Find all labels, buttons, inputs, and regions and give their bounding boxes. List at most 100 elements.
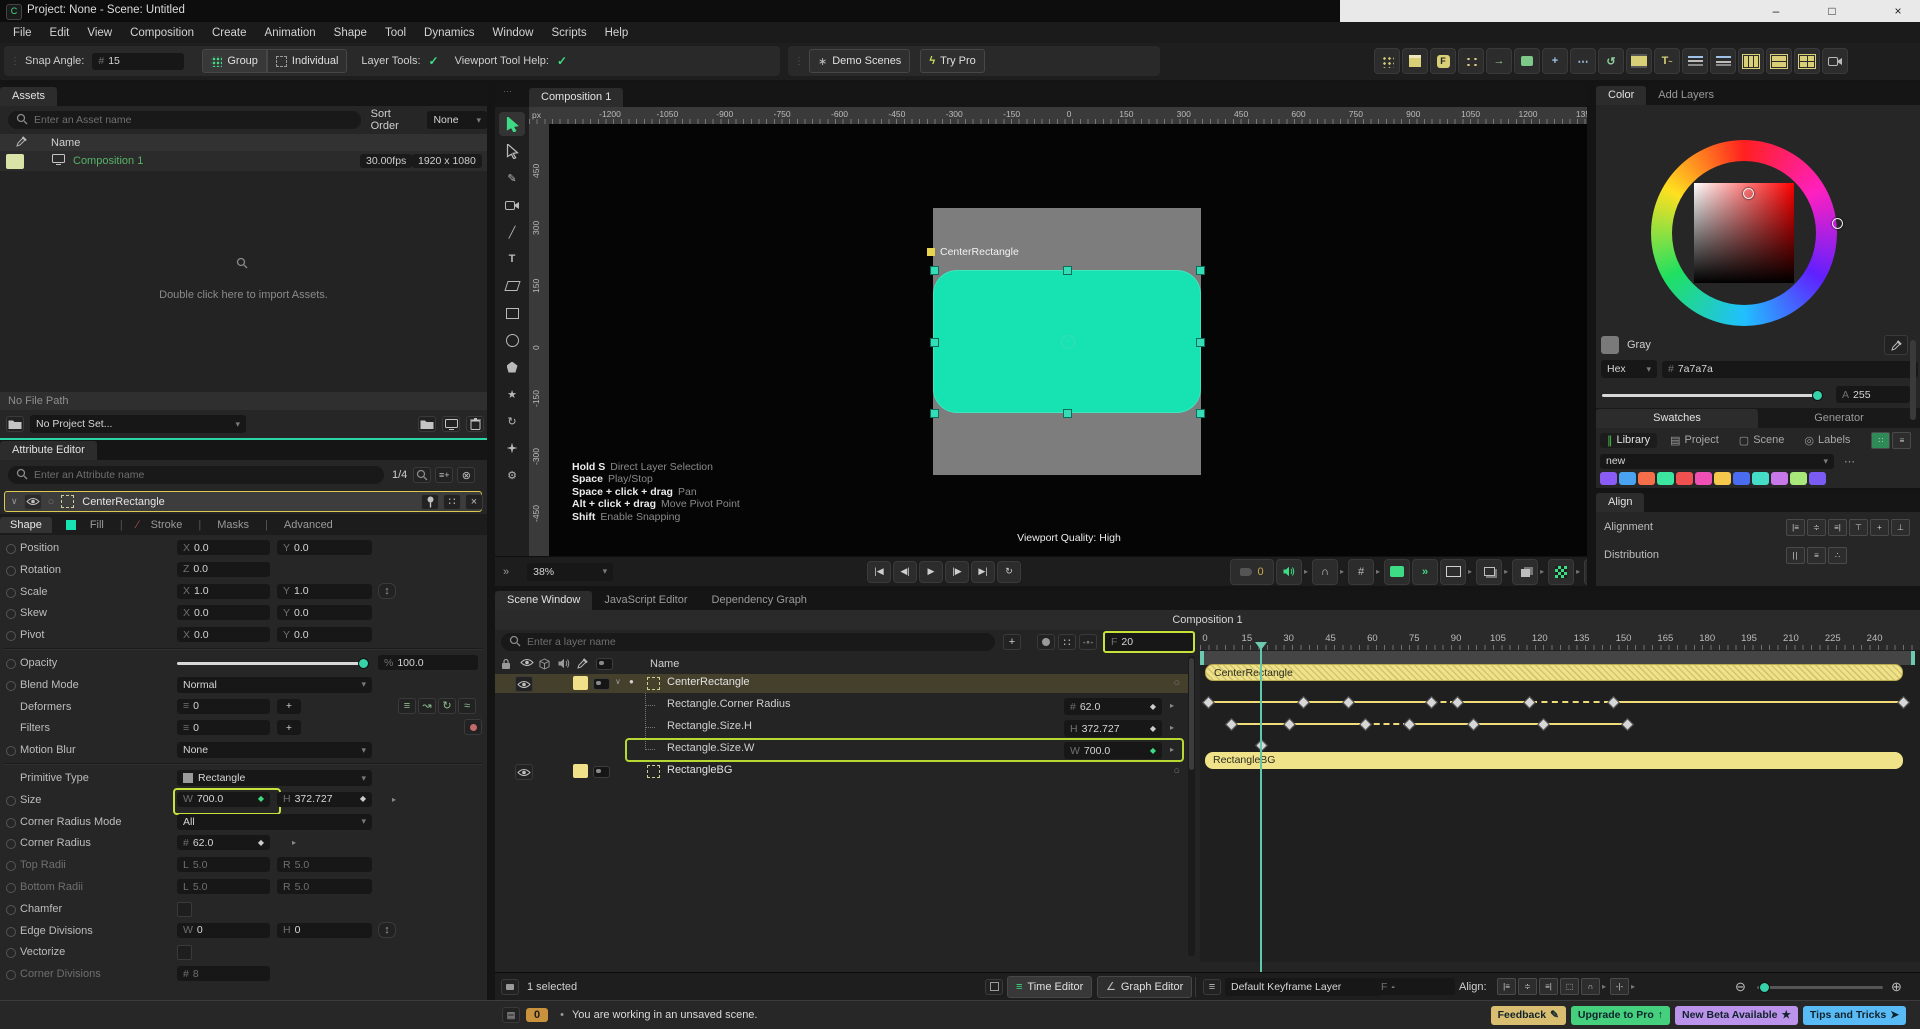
color-swatch-9[interactable] (1771, 471, 1788, 485)
tab-scene[interactable]: ▢ Scene (1732, 433, 1792, 448)
attribute-field[interactable]: ≡ 0 (177, 720, 270, 736)
trash-icon[interactable] (466, 416, 484, 432)
attribute-field[interactable]: Y 0.0 (277, 605, 372, 621)
panels-button[interactable] (1384, 558, 1411, 585)
wave-icon[interactable]: ≈ (458, 697, 476, 714)
step-back-button[interactable]: ◀| (893, 560, 917, 583)
menu-tool[interactable]: Tool (376, 27, 415, 39)
next-keyframe-icon[interactable]: ▸ (292, 838, 296, 847)
keyframe-toggle-icon[interactable] (6, 587, 16, 598)
tab-add-layers[interactable]: Add Layers (1646, 86, 1726, 105)
sv-cursor[interactable] (1743, 188, 1754, 199)
solo-circle-icon[interactable]: ○ (48, 496, 55, 508)
isolate-icon[interactable]: ∷ (1058, 634, 1076, 650)
dots-grid-icon[interactable] (1374, 48, 1400, 74)
tab-advanced[interactable]: Advanced (274, 517, 343, 533)
options-dots-icon[interactable]: ∷ (443, 493, 461, 510)
keyframe-toggle-icon[interactable] (6, 817, 16, 828)
keyframe-toggle-icon[interactable] (6, 746, 16, 757)
sort-order-dropdown[interactable]: None ▾ (427, 111, 487, 129)
keyframe-diamond[interactable] (1606, 696, 1620, 709)
splitter[interactable] (1587, 84, 1596, 586)
key-align-center-button[interactable]: ≑ (1518, 978, 1537, 995)
menu-view[interactable]: View (78, 27, 121, 39)
work-area-end-cap[interactable] (1911, 651, 1915, 665)
opacity-slider[interactable] (177, 662, 365, 665)
jump-start-button[interactable]: |◀ (867, 560, 891, 583)
tab-fill[interactable]: Fill (80, 517, 114, 533)
log-icon[interactable]: ▤ (502, 1007, 520, 1023)
attribute-field[interactable]: X 0.0 (177, 605, 270, 621)
menu-dynamics[interactable]: Dynamics (415, 27, 483, 39)
expander-icon[interactable]: ▸ (1468, 567, 1472, 576)
eye-icon[interactable] (520, 658, 534, 667)
drag-grip-icon[interactable]: ⋮ (794, 56, 804, 67)
keyframe-diamond[interactable] (1450, 696, 1464, 709)
zoom-level-dropdown[interactable]: 38% ▾ (527, 562, 614, 581)
keyframe-toggle-icon[interactable] (6, 544, 16, 554)
checkbox[interactable] (177, 901, 192, 917)
eyedropper-icon[interactable] (577, 658, 588, 669)
attribute-field[interactable]: H 372.727 ◆ (277, 791, 372, 807)
layer-name[interactable]: RectangleBG (667, 764, 732, 776)
warning-count-badge[interactable]: 0 (526, 1008, 549, 1022)
feedback-button[interactable]: Feedback ✎ (1490, 1005, 1566, 1025)
tool-overflow-icon[interactable]: » (503, 566, 509, 578)
keyframe-diamond[interactable] (1523, 696, 1536, 709)
attribute-field[interactable]: Y 1.0 (277, 583, 372, 599)
graph-editor-button[interactable]: ∠ Graph Editor (1097, 975, 1193, 998)
menu-create[interactable]: Create (203, 27, 256, 39)
asset-search-input[interactable]: Enter an Asset name (8, 111, 361, 129)
keyframe-diamond[interactable] (1255, 739, 1269, 752)
layer-name[interactable]: CenterRectangle (667, 676, 750, 688)
keyframe-toggle-icon[interactable] (6, 659, 16, 669)
current-frame-field[interactable]: F 20 (1103, 631, 1195, 653)
panel-scrollbar[interactable] (1910, 340, 1916, 420)
attribute-field[interactable]: L 5.0 (177, 857, 270, 873)
stagger-a-icon[interactable] (1682, 48, 1708, 74)
magnet-button[interactable]: ∩ (1312, 558, 1339, 585)
plus-dots-icon[interactable]: + (1542, 48, 1568, 74)
deselect-icon[interactable] (501, 978, 519, 995)
timeline-zoom-slider[interactable] (1757, 986, 1883, 989)
attribute-dropdown[interactable]: Rectangle ▾ (177, 770, 372, 786)
keyframe-toggle-icon[interactable] (6, 883, 16, 893)
layer-search-input[interactable]: Enter a layer name (501, 633, 995, 651)
color-swatch-8[interactable] (1752, 471, 1769, 485)
menu-window[interactable]: Window (484, 27, 543, 39)
layer-row-centerrectangle[interactable]: ∨ ● CenterRectangle ○ (495, 674, 1188, 693)
hex-mode-dropdown[interactable]: Hex ▾ (1601, 360, 1657, 378)
key-align-left-button[interactable]: |≡ (1497, 978, 1516, 995)
next-keyframe-icon[interactable]: ▸ (392, 795, 396, 804)
selection-handle[interactable] (1063, 266, 1072, 275)
attribute-field[interactable]: X 1.0 (177, 583, 270, 599)
link-fields-icon[interactable]: ↕ (378, 921, 396, 938)
keyframe-diamond[interactable] (1425, 696, 1439, 709)
layer-row-rectangle-size-h[interactable]: Rectangle.Size.H H 372.727 ◆ ▸ (495, 718, 1188, 737)
snap-button[interactable]: -|- (1610, 978, 1630, 995)
clear-search-icon[interactable]: ⊗ (457, 467, 476, 483)
copies-button[interactable] (1512, 558, 1539, 585)
viewport-canvas[interactable]: CenterRectangle Hold S Direct Layer Selec… (549, 124, 1587, 556)
sparkle-tool[interactable] (499, 436, 525, 460)
direct-select-tool[interactable] (499, 139, 525, 163)
tab-javascript-editor[interactable]: JavaScript Editor (592, 591, 699, 610)
maximize-button[interactable]: □ (1810, 0, 1854, 22)
grid-button[interactable]: # (1348, 558, 1375, 585)
color-swatch-2[interactable] (1638, 471, 1655, 485)
timeline-zoom-knob[interactable] (1759, 982, 1770, 993)
new-beta-available-button[interactable]: New Beta Available ★ (1674, 1005, 1798, 1025)
camera-toggle-icon[interactable] (596, 658, 613, 670)
frame-jump-field[interactable]: F- (1375, 978, 1455, 995)
distribute-v-button[interactable]: ≡ (1807, 546, 1826, 564)
timeline-area[interactable]: 0 15 30 45 60 75 90 105 120 135 150 165 180 195 210 225… (1200, 630, 1920, 1000)
ellipsis-dots-icon[interactable]: ⋯ (1570, 48, 1596, 74)
add-layer-icon[interactable]: + (1003, 634, 1021, 650)
filter-dot-icon[interactable] (464, 719, 482, 736)
alpha-field[interactable]: A 255 (1836, 386, 1910, 403)
add-button[interactable]: + (277, 698, 301, 714)
jump-end-button[interactable]: ▶| (971, 560, 995, 583)
target-circle-icon[interactable]: ○ (1173, 765, 1180, 777)
menu-animation[interactable]: Animation (256, 27, 325, 39)
folder-icon[interactable] (418, 416, 436, 432)
